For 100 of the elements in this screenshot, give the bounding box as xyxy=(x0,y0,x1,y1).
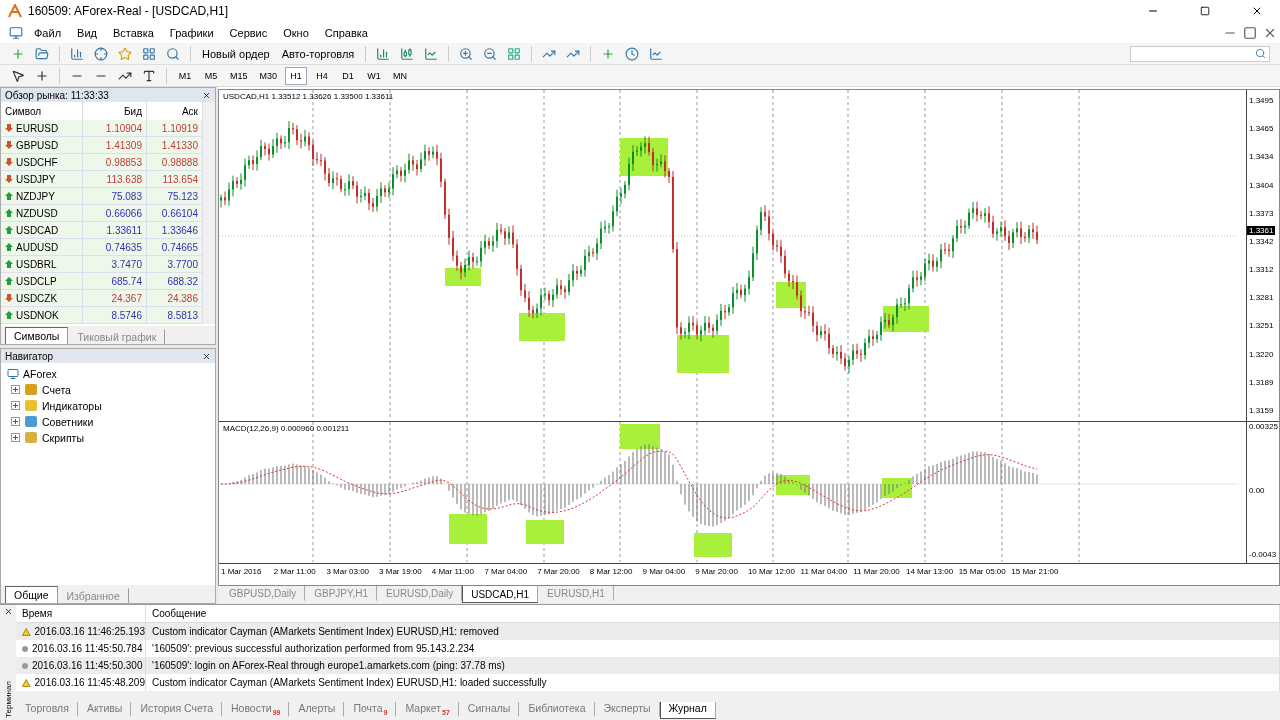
panel-tab[interactable]: Символы xyxy=(5,327,69,344)
terminal-tab[interactable]: Эксперты xyxy=(594,702,660,717)
time-label: 7 Mar 04:00 xyxy=(484,566,529,578)
message-cell: Custom indicator Cayman (AMarkets Sentiment Index) EURUSD,H1: removed xyxy=(146,623,1280,640)
bid-cell: 75.083 xyxy=(83,188,147,205)
tree-item[interactable]: Счета xyxy=(42,383,71,396)
symbol-cell[interactable]: USDCLP xyxy=(1,273,83,290)
price-label: 1.3220 xyxy=(1248,349,1275,359)
symbol-cell[interactable]: USDCHF xyxy=(1,154,83,171)
tree-item[interactable]: Скрипты xyxy=(42,431,84,444)
symbol-cell[interactable]: GBPUSD xyxy=(1,137,83,154)
timeframe-button[interactable]: M30 xyxy=(255,66,282,85)
terminal-tab[interactable]: Алерты xyxy=(289,702,345,717)
expand-icon[interactable] xyxy=(11,385,20,394)
symbol-cell[interactable]: NZDUSD xyxy=(1,205,83,222)
menu-item[interactable]: Файл xyxy=(26,24,70,41)
panel-tab[interactable]: Общие xyxy=(5,586,58,603)
timeframe-button[interactable]: D1 xyxy=(337,66,360,85)
toolbar-button[interactable]: Новый ордер xyxy=(198,43,274,64)
bid-cell: 1.10904 xyxy=(83,120,147,137)
timeframe-button[interactable]: H4 xyxy=(311,66,334,85)
time-label: 7 Mar 20:00 xyxy=(537,566,581,578)
bid-cell: 8.5746 xyxy=(83,307,147,324)
time-label: 14 Mar 13:00 xyxy=(905,566,955,578)
timeframe-button[interactable]: M1 xyxy=(174,66,196,85)
chart-header: USDCAD,H1 1.33512 1.33626 1.33500 1.33611 xyxy=(223,92,394,101)
highlight-marker xyxy=(677,335,729,373)
bid-cell: 0.98853 xyxy=(83,154,147,171)
scrollbar[interactable] xyxy=(203,102,215,324)
price-label: 1.3495 xyxy=(1248,96,1275,105)
menu-item[interactable]: Вид xyxy=(69,24,105,41)
terminal-tab[interactable]: Журнал xyxy=(659,702,716,719)
timeframe-button[interactable]: W1 xyxy=(363,66,386,85)
ask-cell: 0.66104 xyxy=(147,205,203,222)
symbol-cell[interactable]: EURUSD xyxy=(1,120,83,137)
menu-item[interactable]: Вставка xyxy=(104,24,162,41)
menu-item[interactable]: Графики xyxy=(161,24,222,41)
toolbar-button[interactable]: Авто-торговля xyxy=(277,43,359,64)
time-label: 11 Mar 04:00 xyxy=(800,566,849,578)
symbol-cell[interactable]: NZDJPY xyxy=(1,188,83,205)
tree-item[interactable]: Советники xyxy=(42,415,94,428)
symbol-cell[interactable]: USDCAD xyxy=(1,222,83,239)
panel-title: Обзор рынка: 11:33:33 xyxy=(5,89,109,101)
terminal-tab[interactable]: Библиотека xyxy=(519,702,595,717)
menu-item[interactable]: Окно xyxy=(275,24,317,41)
menu-item[interactable]: Сервис xyxy=(221,24,276,41)
timeframe-button[interactable]: M15 xyxy=(226,66,252,85)
terminal-tab[interactable]: Сигналы xyxy=(458,702,520,717)
panel-title: Навигатор xyxy=(5,350,54,362)
bid-cell: 113.638 xyxy=(83,171,147,188)
timeframe-button[interactable]: MN xyxy=(389,66,412,85)
time-label: 9 Mar 20:00 xyxy=(695,566,739,578)
price-label: 1.3465 xyxy=(1248,124,1275,134)
symbol-cell[interactable]: USDNOK xyxy=(1,307,83,324)
terminal-tab[interactable]: Торговля xyxy=(16,702,78,717)
ask-cell: 3.7700 xyxy=(147,256,203,273)
symbol-cell[interactable]: AUDUSD xyxy=(1,239,83,256)
timeframe-button[interactable]: M5 xyxy=(200,66,222,85)
highlight-marker xyxy=(445,268,481,286)
time-label: 9 Mar 04:00 xyxy=(642,566,687,578)
price-label: 1.3434 xyxy=(1248,152,1275,162)
bid-cell: 0.74635 xyxy=(83,239,147,256)
symbol-cell[interactable]: USDJPY xyxy=(1,171,83,188)
time-label: 8 Mar 12:00 xyxy=(589,566,634,578)
indicator-scale-label: 0.00 xyxy=(1248,486,1266,495)
log-time: 2016.03.16 11:45:50.300 xyxy=(32,660,143,671)
app-logo-icon xyxy=(8,4,22,18)
price-label: 1.3404 xyxy=(1248,180,1275,190)
ask-cell: 24.386 xyxy=(147,290,203,307)
expand-icon[interactable] xyxy=(11,433,20,442)
current-price-label: 1.3361 xyxy=(1247,226,1276,235)
bid-cell: 1.33611 xyxy=(83,222,147,239)
ask-cell: 75.123 xyxy=(147,188,203,205)
tree-item[interactable]: Индикаторы xyxy=(42,399,102,412)
expand-icon[interactable] xyxy=(11,417,20,426)
time-label: 3 Mar 19:00 xyxy=(379,566,423,578)
expand-icon[interactable] xyxy=(11,401,20,410)
price-label: 1.3312 xyxy=(1248,265,1275,275)
close-icon[interactable] xyxy=(202,351,211,361)
symbol-cell[interactable]: USDCZK xyxy=(1,290,83,307)
timeframe-button[interactable]: H1 xyxy=(285,66,308,85)
highlight-marker xyxy=(620,424,660,449)
time-label: 4 Mar 11:00 xyxy=(431,566,475,578)
panel-title: Терминал xyxy=(3,681,13,718)
close-icon xyxy=(1251,5,1263,17)
search-field[interactable] xyxy=(1130,45,1270,62)
ask-cell: 0.74665 xyxy=(147,239,203,256)
log-time: 2016.03.16 11:45:50.784 xyxy=(32,643,143,654)
bid-cell: 24.367 xyxy=(83,290,147,307)
symbol-cell[interactable]: USDBRL xyxy=(1,256,83,273)
time-label: 11 Mar 20:00 xyxy=(853,566,901,578)
terminal-tab[interactable]: Активы xyxy=(77,702,132,717)
tree-item[interactable]: AForex xyxy=(23,367,57,380)
menu-item[interactable]: Справка xyxy=(316,24,376,41)
close-icon[interactable] xyxy=(3,607,13,616)
close-icon[interactable] xyxy=(202,90,211,100)
terminal-tab[interactable]: История Счета xyxy=(131,702,222,717)
chart-tab[interactable]: USDCAD,H1 xyxy=(462,586,538,603)
indicator-label: MACD(12,26,9) 0.000960 0.001211 xyxy=(223,424,350,433)
price-label: 1.3251 xyxy=(1248,321,1275,331)
